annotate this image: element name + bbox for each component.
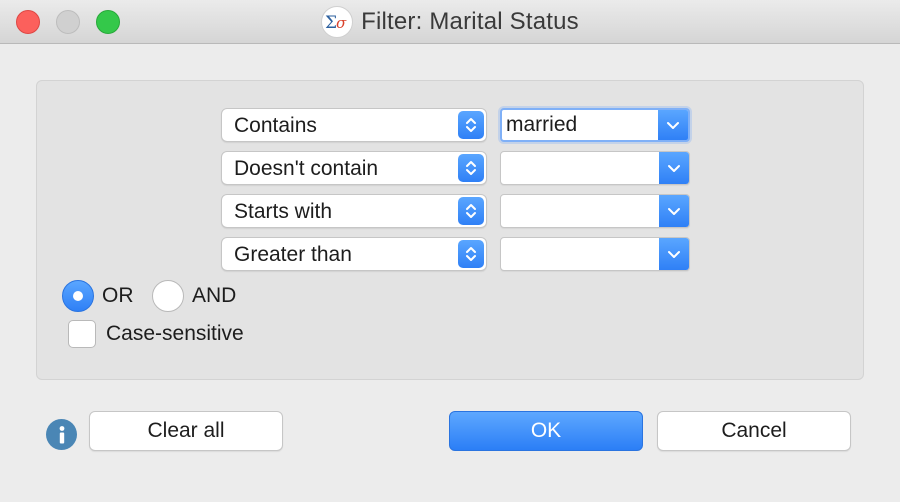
title-bar: Σ σ Filter: Marital Status: [0, 0, 900, 44]
value-combobox[interactable]: [500, 237, 690, 271]
value-input[interactable]: [502, 110, 662, 140]
radio-dot: [73, 291, 83, 301]
chevron-down-icon[interactable]: [659, 238, 689, 270]
or-label: OR: [102, 284, 134, 307]
info-icon[interactable]: [46, 419, 77, 450]
value-combobox[interactable]: [500, 108, 690, 142]
or-radio[interactable]: [62, 280, 94, 312]
operator-select[interactable]: Greater than: [221, 237, 487, 271]
case-sensitive-label: Case-sensitive: [106, 322, 244, 345]
operator-select[interactable]: Starts with: [221, 194, 487, 228]
up-down-chevron-icon[interactable]: [458, 154, 484, 182]
clear-all-button[interactable]: Clear all: [89, 411, 283, 451]
cancel-button[interactable]: Cancel: [657, 411, 851, 451]
operator-select-label: Doesn't contain: [234, 157, 379, 180]
value-input[interactable]: [501, 238, 661, 270]
value-input[interactable]: [501, 195, 661, 227]
up-down-chevron-icon[interactable]: [458, 197, 484, 225]
value-input[interactable]: [501, 152, 661, 184]
chevron-down-icon[interactable]: [658, 110, 688, 140]
operator-select-label: Starts with: [234, 200, 333, 223]
ok-button[interactable]: OK: [449, 411, 643, 451]
up-down-chevron-icon[interactable]: [458, 240, 484, 268]
and-label: AND: [192, 284, 237, 307]
value-combobox[interactable]: [500, 194, 690, 228]
operator-select[interactable]: Contains: [221, 108, 487, 142]
operator-select-label: Contains: [234, 114, 317, 137]
svg-text:σ: σ: [336, 14, 347, 32]
case-sensitive-checkbox[interactable]: [68, 320, 96, 348]
up-down-chevron-icon[interactable]: [458, 111, 484, 139]
operator-select[interactable]: Doesn't contain: [221, 151, 487, 185]
value-combobox[interactable]: [500, 151, 690, 185]
and-radio[interactable]: [152, 280, 184, 312]
chevron-down-icon[interactable]: [659, 195, 689, 227]
filter-dialog: Σ σ Filter: Marital Status Contains Does…: [0, 0, 900, 502]
chevron-down-icon[interactable]: [659, 152, 689, 184]
title-wrap: Σ σ Filter: Marital Status: [0, 0, 900, 44]
operator-select-label: Greater than: [234, 243, 352, 266]
window-title: Filter: Marital Status: [361, 8, 579, 35]
sigma-icon: Σ σ: [321, 6, 354, 38]
